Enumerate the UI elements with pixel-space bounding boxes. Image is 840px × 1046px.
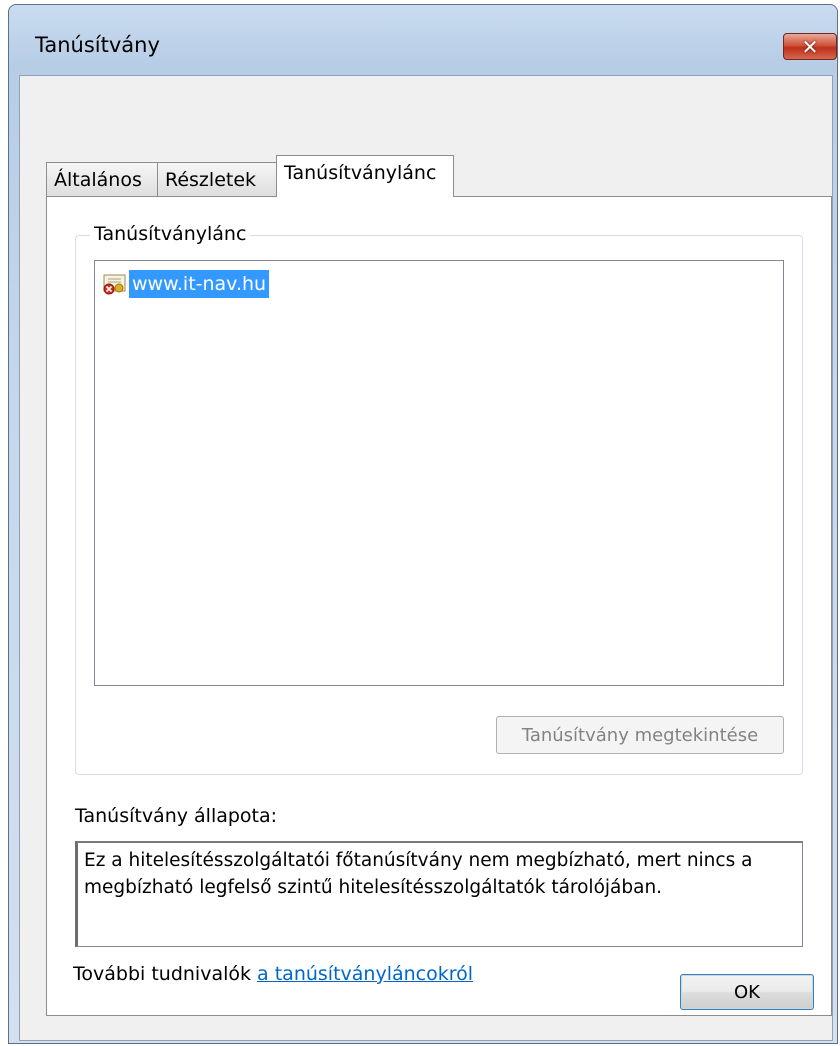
certification-path-help-link[interactable]: a tanúsítványláncokról <box>257 963 473 985</box>
dialog-client-area: Általános Részletek Tanúsítványlánc Tanú… <box>19 75 833 1041</box>
view-certificate-button[interactable]: Tanúsítvány megtekintése <box>496 716 784 754</box>
certificate-status-textbox[interactable]: Ez a hitelesítésszolgáltatói főtanúsítvá… <box>75 841 803 947</box>
tree-item[interactable]: www.it-nav.hu <box>103 269 270 299</box>
more-info-text: További tudnivalók a tanúsítványláncokró… <box>73 963 473 985</box>
tab-general[interactable]: Általános <box>46 162 158 196</box>
close-button[interactable]: ✕ <box>783 33 837 60</box>
certificate-status-label: Tanúsítvány állapota: <box>75 805 278 827</box>
certificate-chain-tree[interactable]: www.it-nav.hu <box>94 260 784 686</box>
status-text-line: Ez a hitelesítésszolgáltatói főtanúsítvá… <box>84 850 753 871</box>
title-bar[interactable]: Tanúsítvány ✕ <box>9 5 837 77</box>
more-info-prefix: További tudnivalók <box>73 963 258 985</box>
window-title: Tanúsítvány <box>35 33 160 57</box>
status-text-line: megbízható legfelső szintű hitelesítéssz… <box>84 877 663 898</box>
tree-item-label[interactable]: www.it-nav.hu <box>129 270 270 298</box>
ok-button[interactable]: OK <box>680 974 814 1010</box>
tab-certification-path[interactable]: Tanúsítványlánc <box>276 155 454 197</box>
tab-panel-certification-path: Tanúsítványlánc www.it-nav.hu Tanúsítván… <box>46 196 832 1016</box>
group-legend: Tanúsítványlánc <box>90 223 251 245</box>
certificate-error-icon <box>103 273 127 295</box>
certification-path-group: Tanúsítványlánc www.it-nav.hu Tanúsítván… <box>75 223 803 775</box>
certificate-dialog: Tanúsítvány ✕ Általános Részletek Tanúsí… <box>8 4 838 1044</box>
tab-details[interactable]: Részletek <box>157 162 277 196</box>
close-icon: ✕ <box>801 34 819 59</box>
